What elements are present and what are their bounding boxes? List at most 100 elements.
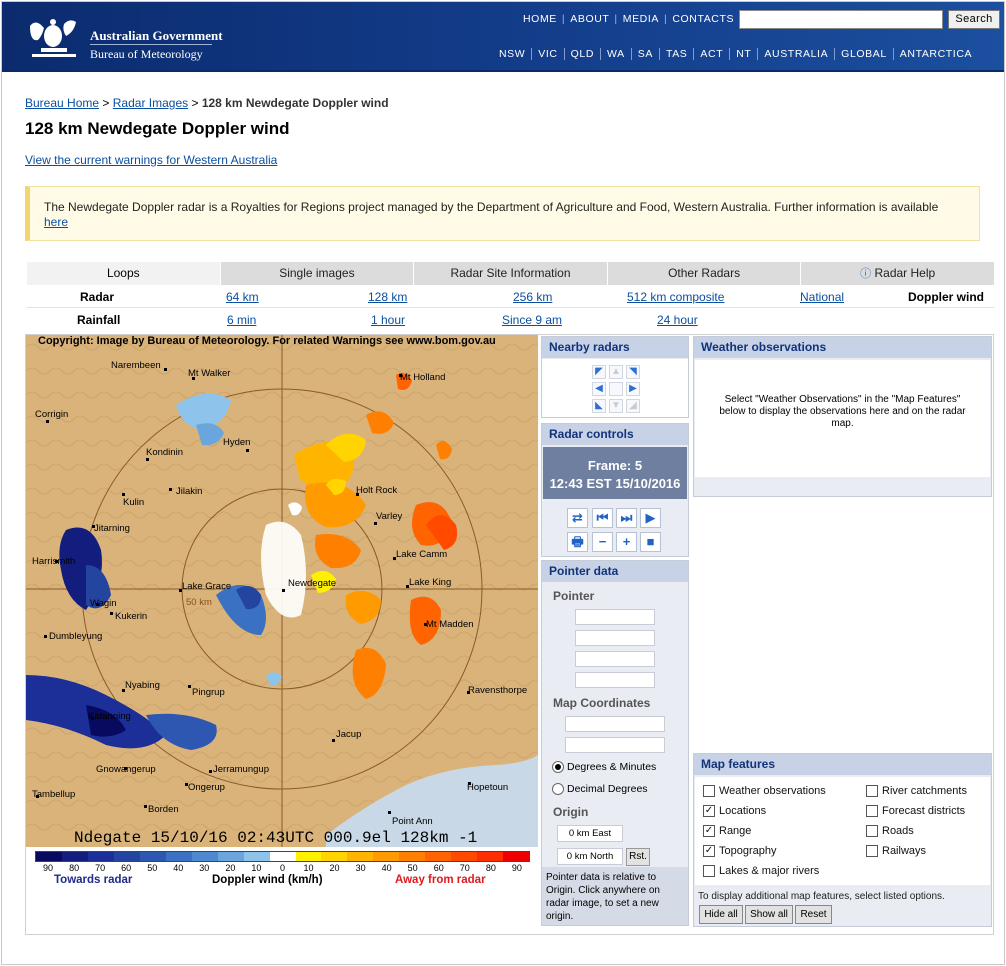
degrees-minutes-radio[interactable]: Degrees & Minutes bbox=[552, 761, 656, 773]
feature-locations[interactable]: ✓ Locations bbox=[703, 805, 766, 817]
range-512km-composite-link[interactable]: 512 km composite bbox=[627, 290, 724, 304]
notice-text: The Newdegate Doppler radar is a Royalti… bbox=[44, 200, 939, 214]
rainfall-6min-link[interactable]: 6 min bbox=[227, 313, 256, 327]
origin-reset-button[interactable]: Rst. bbox=[626, 848, 650, 866]
reset-features-button[interactable]: Reset bbox=[795, 905, 832, 924]
tab-single-images[interactable]: Single images bbox=[219, 262, 414, 285]
feature-label: River catchments bbox=[882, 785, 967, 797]
legend-swatch bbox=[373, 852, 400, 861]
nav-media[interactable]: MEDIA bbox=[618, 13, 664, 25]
swap-direction-icon[interactable]: ⇄ bbox=[567, 508, 588, 528]
print-icon[interactable]: 🖶 bbox=[567, 532, 588, 552]
map-coordinates-label: Map Coordinates bbox=[553, 696, 651, 710]
range-256km-link[interactable]: 256 km bbox=[513, 290, 552, 304]
state-qld[interactable]: QLD bbox=[563, 48, 600, 60]
feature-river-catchments[interactable]: River catchments bbox=[866, 785, 967, 797]
nearby-southeast-arrow-icon: ◢ bbox=[626, 399, 640, 413]
play-icon[interactable]: ▶ bbox=[640, 508, 661, 528]
map-features-note: To display additional map features, sele… bbox=[698, 891, 945, 902]
rainfall-24hour-link[interactable]: 24 hour bbox=[657, 313, 698, 327]
state-nsw[interactable]: NSW bbox=[493, 48, 531, 60]
range-128km-link[interactable]: 128 km bbox=[368, 290, 407, 304]
legend-tick-label: 40 bbox=[381, 863, 392, 873]
checkbox-icon[interactable] bbox=[866, 845, 878, 857]
feature-forecast-districts[interactable]: Forecast districts bbox=[866, 805, 965, 817]
pointer-label: Pointer bbox=[553, 589, 595, 603]
feature-railways[interactable]: Railways bbox=[866, 845, 926, 857]
state-tas[interactable]: TAS bbox=[658, 48, 693, 60]
checkbox-checked-icon[interactable]: ✓ bbox=[703, 845, 715, 857]
range-64km-link[interactable]: 64 km bbox=[226, 290, 259, 304]
feature-roads[interactable]: Roads bbox=[866, 825, 914, 837]
stop-icon[interactable]: ■ bbox=[640, 532, 661, 552]
checkbox-icon[interactable] bbox=[703, 865, 715, 877]
feature-range[interactable]: ✓ Range bbox=[703, 825, 751, 837]
state-global[interactable]: GLOBAL bbox=[834, 48, 893, 60]
breadcrumb-radar-images[interactable]: Radar Images bbox=[113, 96, 188, 110]
decimal-degrees-radio[interactable]: Decimal Degrees bbox=[552, 783, 648, 795]
notice-more-link[interactable]: here bbox=[44, 215, 68, 229]
radar-image[interactable]: Narembeen Mt Walker Mt Holland Corrigin … bbox=[26, 335, 538, 847]
town-label: Borden bbox=[148, 804, 179, 815]
radar-map[interactable]: Narembeen Mt Walker Mt Holland Corrigin … bbox=[26, 335, 538, 847]
map-features-list: Weather observations ✓ Locations ✓ Range ✓… bbox=[695, 777, 990, 885]
state-wa[interactable]: WA bbox=[600, 48, 631, 60]
hide-all-button[interactable]: Hide all bbox=[699, 905, 743, 924]
tab-radar-help[interactable]: ⓘ Radar Help bbox=[800, 262, 994, 285]
feature-topography[interactable]: ✓ Topography bbox=[703, 845, 777, 857]
nav-home[interactable]: HOME bbox=[518, 13, 562, 25]
town-label: Lake Camm bbox=[396, 549, 447, 560]
town-label: Nyabing bbox=[125, 680, 160, 691]
state-act[interactable]: ACT bbox=[693, 48, 729, 60]
first-frame-icon[interactable]: ⏮ bbox=[592, 508, 613, 528]
slower-icon[interactable]: − bbox=[592, 532, 613, 552]
radar-row-label: Radar bbox=[80, 290, 115, 304]
feature-lakes-rivers[interactable]: Lakes & major rivers bbox=[703, 865, 819, 877]
tab-other-radars[interactable]: Other Radars bbox=[606, 262, 801, 285]
state-australia[interactable]: AUSTRALIA bbox=[757, 48, 834, 60]
state-nt[interactable]: NT bbox=[729, 48, 757, 60]
tab-loops[interactable]: Loops bbox=[26, 262, 220, 285]
range-national-link[interactable]: National bbox=[800, 290, 844, 304]
search-input[interactable] bbox=[739, 10, 943, 29]
state-antarctica[interactable]: ANTARCTICA bbox=[892, 48, 978, 60]
radar-copyright: Copyright: Image by Bureau of Meteorolog… bbox=[38, 335, 496, 347]
checkbox-icon[interactable] bbox=[703, 785, 715, 797]
warnings-link[interactable]: View the current warnings for Western Au… bbox=[25, 153, 277, 167]
nav-about[interactable]: ABOUT bbox=[565, 13, 614, 25]
legend-swatch bbox=[399, 852, 426, 861]
rainfall-1hour-link[interactable]: 1 hour bbox=[371, 313, 405, 327]
breadcrumb-separator: > bbox=[191, 96, 199, 110]
origin-north-field[interactable]: 0 km North bbox=[557, 848, 623, 865]
state-vic[interactable]: VIC bbox=[531, 48, 563, 60]
show-all-button[interactable]: Show all bbox=[745, 905, 793, 924]
radar-range-row: Radar 64 km 128 km 256 km 512 km composi… bbox=[26, 286, 994, 308]
town-label: Jacup bbox=[336, 729, 361, 740]
checkbox-checked-icon[interactable]: ✓ bbox=[703, 825, 715, 837]
checkbox-icon[interactable] bbox=[866, 805, 878, 817]
town-label: Katanning bbox=[88, 711, 131, 722]
step-frame-icon[interactable]: ⏭ bbox=[616, 508, 637, 528]
nearby-northeast-arrow-icon[interactable]: ◥ bbox=[626, 365, 640, 379]
nearby-east-arrow-icon[interactable]: ▶ bbox=[626, 382, 640, 396]
nearby-northwest-arrow-icon[interactable]: ◤ bbox=[592, 365, 606, 379]
checkbox-icon[interactable] bbox=[866, 785, 878, 797]
checkbox-checked-icon[interactable]: ✓ bbox=[703, 805, 715, 817]
tab-radar-site-information[interactable]: Radar Site Information bbox=[413, 262, 607, 285]
nearby-west-arrow-icon[interactable]: ◀ bbox=[592, 382, 606, 396]
nearby-southwest-arrow-icon[interactable]: ◣ bbox=[592, 399, 606, 413]
coat-of-arms-icon[interactable] bbox=[22, 14, 84, 62]
range-ring-label: 50 km bbox=[186, 597, 212, 608]
faster-icon[interactable]: + bbox=[616, 532, 637, 552]
breadcrumb-home[interactable]: Bureau Home bbox=[25, 96, 99, 110]
state-sa[interactable]: SA bbox=[630, 48, 659, 60]
feature-weather-observations[interactable]: Weather observations bbox=[703, 785, 826, 797]
origin-east-field[interactable]: 0 km East bbox=[557, 825, 623, 842]
legend-tick-label: 70 bbox=[459, 863, 470, 873]
nav-contacts[interactable]: CONTACTS bbox=[667, 13, 739, 25]
checkbox-icon[interactable] bbox=[866, 825, 878, 837]
town-label: Kondinin bbox=[146, 447, 183, 458]
town-label: Kukerin bbox=[115, 611, 147, 622]
rainfall-since9am-link[interactable]: Since 9 am bbox=[502, 313, 562, 327]
search-button[interactable]: Search bbox=[948, 10, 1000, 29]
